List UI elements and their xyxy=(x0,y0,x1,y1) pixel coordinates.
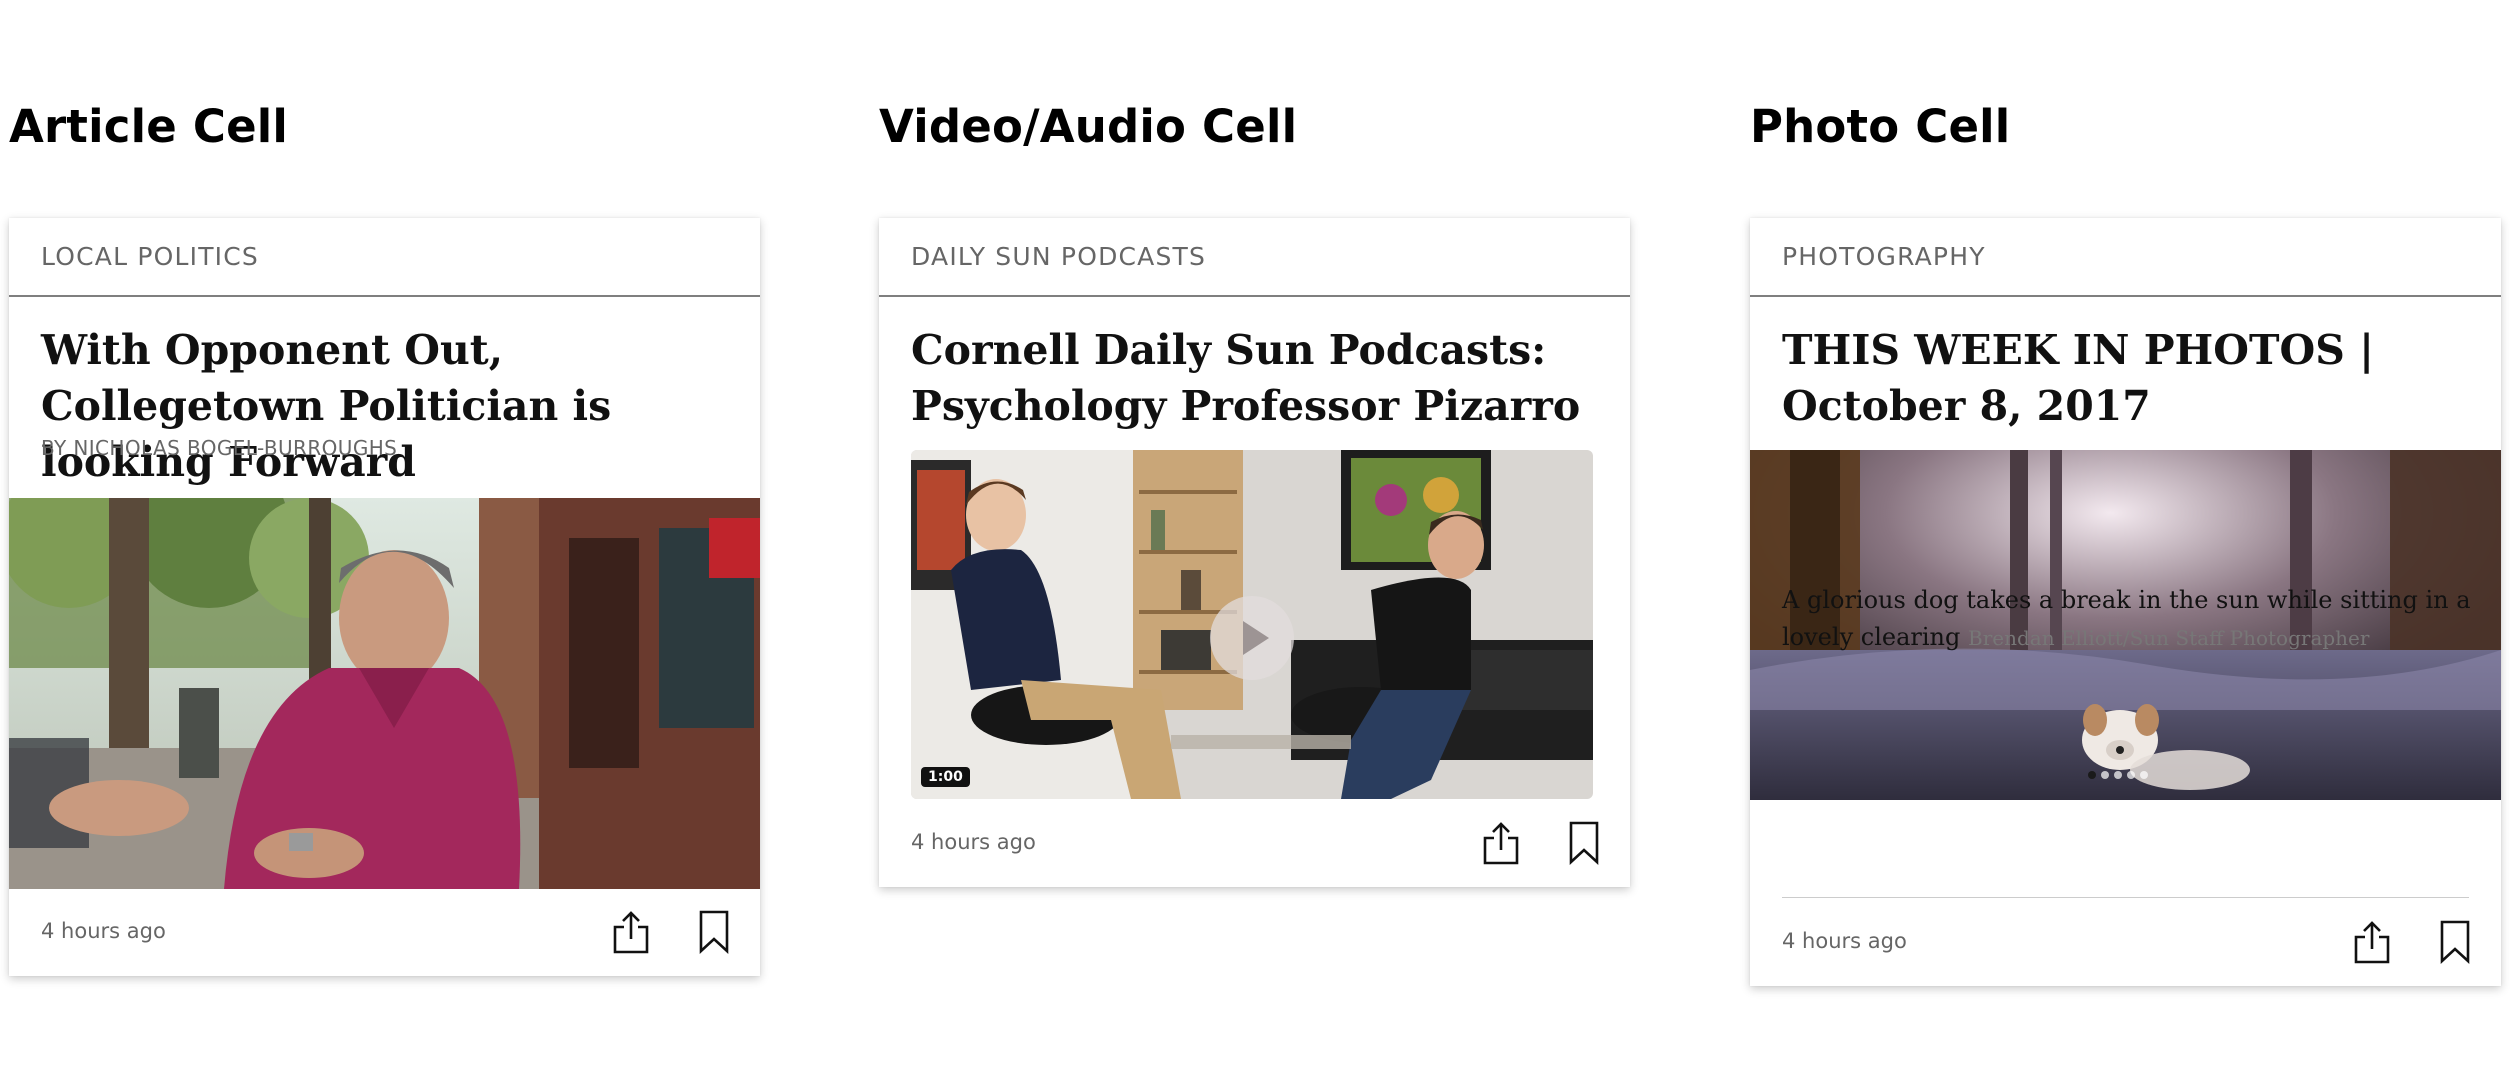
carousel-dot[interactable] xyxy=(2101,771,2109,779)
caption-divider xyxy=(1782,897,2469,898)
article-headline[interactable]: With Opponent Out, Collegetown Politicia… xyxy=(41,322,741,490)
video-player[interactable]: 1:00 xyxy=(911,450,1593,799)
photo-timestamp: 4 hours ago xyxy=(1782,929,1907,953)
carousel-dot[interactable] xyxy=(2088,771,2096,779)
section-label[interactable]: PHOTOGRAPHY xyxy=(1782,242,1986,271)
article-card[interactable]: LOCAL POLITICS With Opponent Out, Colleg… xyxy=(9,218,760,976)
photo-cell-title: Photo Cell xyxy=(1750,100,2011,153)
section-label[interactable]: DAILY SUN PODCASTS xyxy=(911,242,1206,271)
card-header: PHOTOGRAPHY xyxy=(1750,218,2501,297)
section-label[interactable]: LOCAL POLITICS xyxy=(41,242,259,271)
article-cell-title: Article Cell xyxy=(9,100,289,153)
photo-headline[interactable]: THIS WEEK IN PHOTOS | October 8, 2017 xyxy=(1782,322,2482,434)
carousel-dot[interactable] xyxy=(2114,771,2122,779)
carousel-dot[interactable] xyxy=(2127,771,2135,779)
bookmark-icon[interactable] xyxy=(693,909,735,955)
photo-caption: A glorious dog takes a break in the sun … xyxy=(1782,582,2482,657)
video-cell-title: Video/Audio Cell xyxy=(879,100,1298,153)
bookmark-icon[interactable] xyxy=(1563,820,1605,866)
card-header: DAILY SUN PODCASTS xyxy=(879,218,1630,297)
bookmark-icon[interactable] xyxy=(2434,919,2476,965)
photo-card[interactable]: PHOTOGRAPHY THIS WEEK IN PHOTOS | Octobe… xyxy=(1750,218,2501,986)
article-byline[interactable]: BY NICHOLAS BOGEL-BURROUGHS xyxy=(41,436,397,460)
article-image[interactable] xyxy=(9,498,760,889)
article-timestamp: 4 hours ago xyxy=(41,919,166,943)
card-header: LOCAL POLITICS xyxy=(9,218,760,297)
play-icon[interactable] xyxy=(1210,596,1294,680)
carousel-dots[interactable] xyxy=(2088,771,2148,779)
photo-credit: Brendan Elliott/Sun Staff Photographer xyxy=(1968,626,2370,650)
carousel-dot[interactable] xyxy=(2140,771,2148,779)
duration-badge: 1:00 xyxy=(921,767,970,787)
share-icon[interactable] xyxy=(1480,820,1522,866)
video-card[interactable]: DAILY SUN PODCASTS Cornell Daily Sun Pod… xyxy=(879,218,1630,887)
video-headline[interactable]: Cornell Daily Sun Podcasts: Psychology P… xyxy=(911,322,1611,434)
video-timestamp: 4 hours ago xyxy=(911,830,1036,854)
share-icon[interactable] xyxy=(2351,919,2393,965)
share-icon[interactable] xyxy=(610,909,652,955)
